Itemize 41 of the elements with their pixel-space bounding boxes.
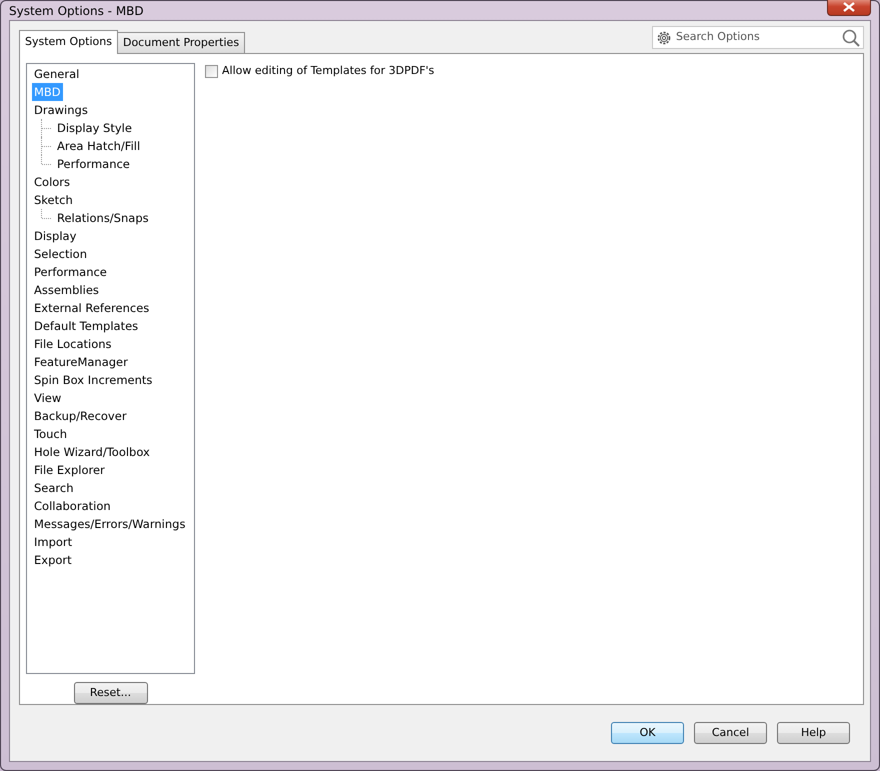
- tree-item[interactable]: Selection: [32, 245, 89, 263]
- gear-icon: [656, 30, 672, 46]
- tree-item[interactable]: File Explorer: [32, 461, 107, 479]
- tree-item[interactable]: Sketch: [32, 191, 75, 209]
- checkbox[interactable]: [205, 64, 218, 78]
- tree-item[interactable]: Assemblies: [32, 281, 101, 299]
- tree-item[interactable]: Backup/Recover: [32, 407, 129, 425]
- close-button[interactable]: [827, 0, 871, 16]
- tree-item[interactable]: General: [32, 65, 82, 83]
- tree-item[interactable]: Colors: [32, 173, 72, 191]
- tree-item[interactable]: Relations/Snaps: [55, 209, 151, 227]
- checkbox-label: Allow editing of Templates for 3DPDF's: [222, 63, 434, 79]
- search-icon[interactable]: [842, 28, 860, 46]
- window-title: System Options - MBD: [9, 2, 144, 20]
- tree-item[interactable]: Default Templates: [32, 317, 140, 335]
- tree-item[interactable]: Import: [32, 533, 74, 551]
- tree-item[interactable]: Drawings: [32, 101, 90, 119]
- dialog-button[interactable]: Help: [777, 722, 850, 744]
- tree-item[interactable]: Messages/Errors/Warnings: [32, 515, 188, 533]
- reset-button[interactable]: Reset...: [74, 682, 148, 704]
- tree-item[interactable]: Export: [32, 551, 74, 569]
- tree-item[interactable]: File Locations: [32, 335, 114, 353]
- tree-item[interactable]: Display: [32, 227, 78, 245]
- tree-item[interactable]: Display Style: [55, 119, 134, 137]
- tab[interactable]: System Options: [19, 30, 118, 54]
- close-icon: [843, 2, 855, 12]
- tree-item[interactable]: Hole Wizard/Toolbox: [32, 443, 152, 461]
- tree-item[interactable]: Performance: [32, 263, 109, 281]
- tree-item[interactable]: Collaboration: [32, 497, 113, 515]
- tree-item[interactable]: View: [32, 389, 64, 407]
- tree-item[interactable]: Area Hatch/Fill: [55, 137, 142, 155]
- tab[interactable]: Document Properties: [116, 32, 246, 53]
- tree-item[interactable]: FeatureManager: [32, 353, 130, 371]
- tree-item[interactable]: Touch: [32, 425, 70, 443]
- search-bar[interactable]: Search Options: [652, 26, 864, 49]
- dialog-button[interactable]: OK: [611, 722, 684, 744]
- tree-item[interactable]: External References: [32, 299, 152, 317]
- tree-item[interactable]: Spin Box Increments: [32, 371, 154, 389]
- tree-item[interactable]: Performance: [55, 155, 132, 173]
- tree-item[interactable]: Search: [32, 479, 76, 497]
- dialog-button[interactable]: Cancel: [694, 722, 767, 744]
